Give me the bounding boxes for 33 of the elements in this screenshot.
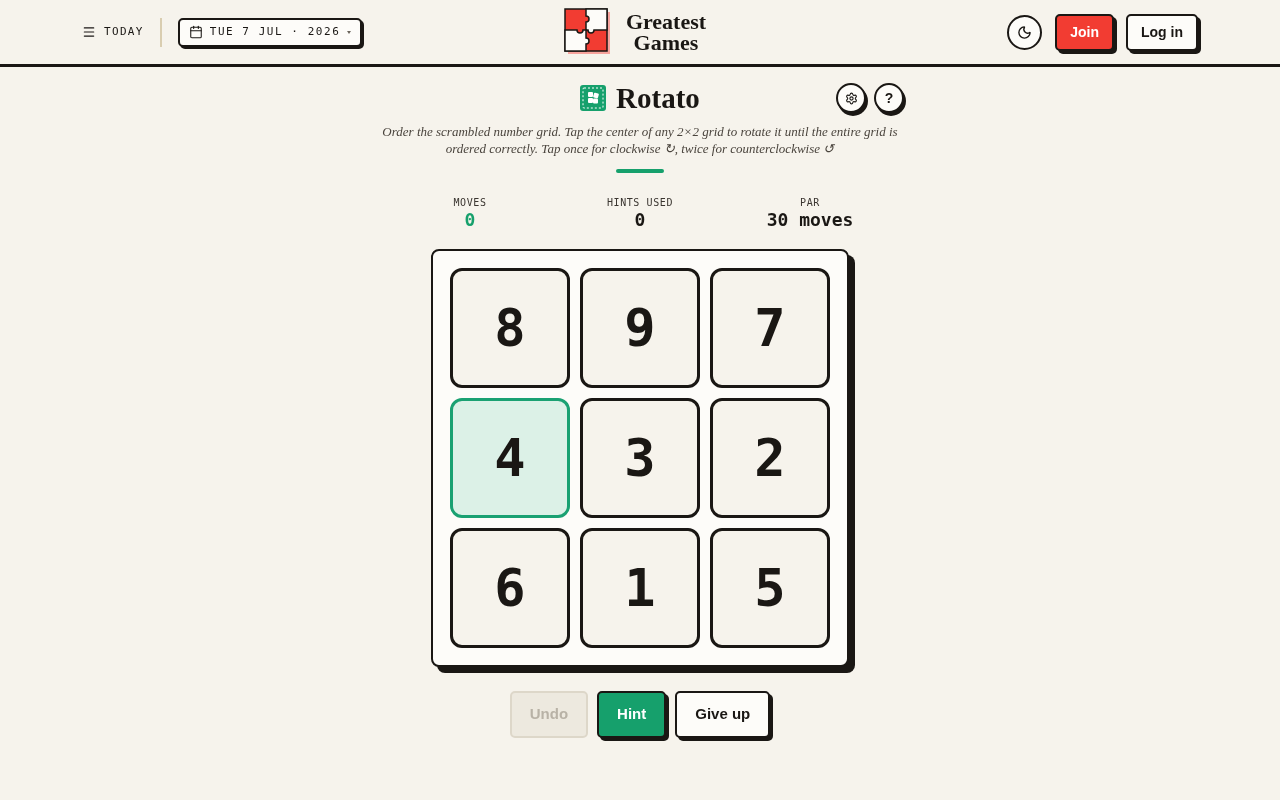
join-button[interactable]: Join: [1055, 13, 1114, 51]
brand-logo-link[interactable]: Greatest Games: [564, 8, 716, 56]
puzzle-logo-icon: [564, 8, 612, 56]
caret-icon: [347, 30, 352, 34]
number-tile[interactable]: 7: [710, 268, 830, 388]
number-tile[interactable]: 5: [710, 528, 830, 648]
settings-icon: [844, 91, 858, 105]
menu-icon: [82, 25, 96, 39]
stat-value: 30 moves: [766, 209, 854, 231]
today-menu-button[interactable]: TODAY: [82, 23, 144, 41]
number-tile[interactable]: 8: [450, 268, 570, 388]
help-button[interactable]: ?: [874, 83, 904, 113]
number-tile[interactable]: 9: [580, 268, 700, 388]
stat-value: 0: [464, 209, 476, 231]
stat-value: 0: [634, 209, 646, 231]
game-title: Rotato: [616, 83, 700, 113]
calendar-icon: [188, 25, 203, 39]
number-tile[interactable]: 2: [710, 398, 830, 518]
settings-button[interactable]: [836, 83, 866, 113]
game-instructions: Order the scrambled number grid. Tap the center of any 2×2 grid to rotate it until the entire grid is ordered correctly. Tap once for clockwise ↻, twice for counterclockwise ↺: [381, 123, 899, 157]
number-tile[interactable]: 6: [450, 528, 570, 648]
action-button[interactable]: Give up: [675, 691, 771, 738]
number-tile[interactable]: 1: [580, 528, 700, 648]
date-picker-button[interactable]: TUE 7 JUL · 2026: [177, 17, 363, 47]
number-tile[interactable]: 3: [580, 398, 700, 518]
dark-mode-toggle[interactable]: [1007, 14, 1043, 50]
login-button[interactable]: Log in: [1126, 13, 1198, 51]
moon-icon: [1017, 24, 1033, 40]
stat-label: MOVES: [453, 197, 487, 209]
stat-label: HINTS USED: [606, 197, 674, 209]
game-icon: [580, 85, 607, 111]
stat-label: PAR: [800, 197, 820, 209]
number-tile[interactable]: 4: [450, 398, 570, 518]
